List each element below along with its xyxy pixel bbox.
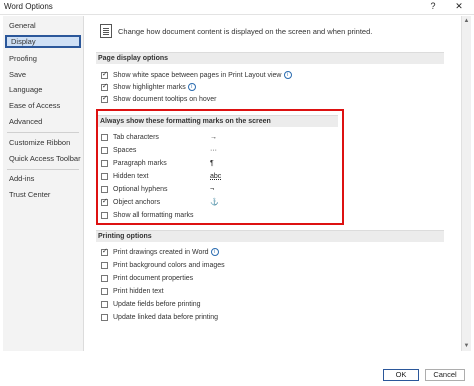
option-label: Update linked data before printing <box>113 314 219 321</box>
option-show-document-tooltips[interactable]: Show document tooltips on hover <box>101 95 401 105</box>
option-label: Hidden text <box>113 173 149 180</box>
checkbox[interactable] <box>101 160 108 167</box>
option-label: Print hidden text <box>113 288 164 295</box>
sidebar-item-general[interactable]: General <box>5 19 81 32</box>
option-label: Tab characters <box>113 134 159 141</box>
option-spaces[interactable]: Spaces ··· <box>101 146 401 156</box>
checkbox[interactable] <box>101 71 108 79</box>
title-bar: Word Options ? ✕ <box>0 0 474 15</box>
sidebar-item-quick-access-toolbar[interactable]: Quick Access Toolbar <box>5 152 81 165</box>
checkbox[interactable] <box>101 248 108 256</box>
checkbox[interactable] <box>101 134 108 141</box>
optional-hyphen-mark-icon: ¬ <box>210 186 215 193</box>
sidebar-item-customize-ribbon[interactable]: Customize Ribbon <box>5 136 81 149</box>
option-label: Print document properties <box>113 275 194 282</box>
checkbox[interactable] <box>101 288 108 295</box>
option-label: Show document tooltips on hover <box>113 96 217 103</box>
help-button[interactable]: ? <box>426 1 440 13</box>
sidebar-item-proofing[interactable]: Proofing <box>5 52 81 65</box>
checkbox[interactable] <box>101 186 108 193</box>
option-print-background[interactable]: Print background colors and images <box>101 261 401 271</box>
option-print-document-properties[interactable]: Print document properties <box>101 274 401 284</box>
sidebar-divider <box>7 132 79 133</box>
sidebar-item-ease-of-access[interactable]: Ease of Access <box>5 99 81 112</box>
sidebar-item-language[interactable]: Language <box>5 83 81 96</box>
option-update-fields[interactable]: Update fields before printing <box>101 300 401 310</box>
vertical-scrollbar[interactable]: ▲ ▼ <box>461 16 471 351</box>
dialog-footer: OK Cancel <box>0 352 474 386</box>
option-tab-characters[interactable]: Tab characters → <box>101 133 401 143</box>
option-label: Paragraph marks <box>113 160 167 167</box>
checkbox[interactable] <box>101 314 108 321</box>
section-header-printing: Printing options <box>96 230 444 242</box>
sidebar-divider <box>7 169 79 170</box>
option-label: Spaces <box>113 147 137 154</box>
info-icon: i <box>187 83 196 92</box>
anchor-icon: ⚓ <box>210 199 219 206</box>
sidebar-item-add-ins[interactable]: Add-ins <box>5 172 81 185</box>
option-label: Update fields before printing <box>113 301 201 308</box>
sidebar-item-save[interactable]: Save <box>5 68 81 81</box>
ok-button[interactable]: OK <box>383 369 419 381</box>
option-print-drawings[interactable]: Print drawings created in Wordi <box>101 248 401 258</box>
option-label: Show white space between pages in Print … <box>113 72 282 79</box>
option-label: Show highlighter marks <box>113 84 186 91</box>
tab-mark-icon: → <box>210 134 217 141</box>
checkbox[interactable] <box>101 147 108 154</box>
display-options-panel: Change how document content is displayed… <box>92 16 458 351</box>
space-mark-icon: ··· <box>210 147 217 154</box>
option-object-anchors[interactable]: Object anchors ⚓ <box>101 198 401 208</box>
sidebar: General Display Proofing Save Language E… <box>3 16 84 351</box>
checkbox[interactable] <box>101 95 108 103</box>
option-label: Object anchors <box>113 199 161 206</box>
checkbox[interactable] <box>101 173 108 180</box>
option-show-white-space[interactable]: Show white space between pages in Print … <box>101 71 401 81</box>
option-label: Print background colors and images <box>113 262 225 269</box>
checkbox[interactable] <box>101 212 108 219</box>
document-icon <box>100 24 112 38</box>
section-header-page-display: Page display options <box>96 52 444 64</box>
option-hidden-text[interactable]: Hidden text abc <box>101 172 401 182</box>
option-print-hidden-text[interactable]: Print hidden text <box>101 287 401 297</box>
checkbox[interactable] <box>101 262 108 269</box>
info-icon: i <box>283 71 292 80</box>
sidebar-item-trust-center[interactable]: Trust Center <box>5 188 81 201</box>
scroll-down-icon[interactable]: ▼ <box>462 342 471 350</box>
option-optional-hyphens[interactable]: Optional hyphens ¬ <box>101 185 401 195</box>
hidden-text-mark-icon: abc <box>210 173 222 180</box>
paragraph-mark-icon: ¶ <box>210 160 214 167</box>
option-show-all-formatting-marks[interactable]: Show all formatting marks <box>101 211 401 221</box>
option-show-highlighter-marks[interactable]: Show highlighter marksi <box>101 83 401 93</box>
option-label: Show all formatting marks <box>113 212 194 219</box>
cancel-button[interactable]: Cancel <box>425 369 465 381</box>
sidebar-item-display[interactable]: Display <box>5 35 81 48</box>
scroll-up-icon[interactable]: ▲ <box>462 17 471 25</box>
close-button[interactable]: ✕ <box>452 1 466 13</box>
option-label: Print drawings created in Word <box>113 249 209 256</box>
checkbox[interactable] <box>101 83 108 91</box>
window-title: Word Options <box>4 2 53 11</box>
option-update-linked-data[interactable]: Update linked data before printing <box>101 313 401 323</box>
option-paragraph-marks[interactable]: Paragraph marks ¶ <box>101 159 401 169</box>
checkbox[interactable] <box>101 275 108 282</box>
sidebar-item-advanced[interactable]: Advanced <box>5 115 81 128</box>
intro-text: Change how document content is displayed… <box>118 27 373 36</box>
checkbox[interactable] <box>101 301 108 308</box>
checkbox[interactable] <box>101 198 108 206</box>
info-icon: i <box>210 248 219 257</box>
section-header-formatting-marks: Always show these formatting marks on th… <box>98 115 338 127</box>
option-label: Optional hyphens <box>113 186 168 193</box>
